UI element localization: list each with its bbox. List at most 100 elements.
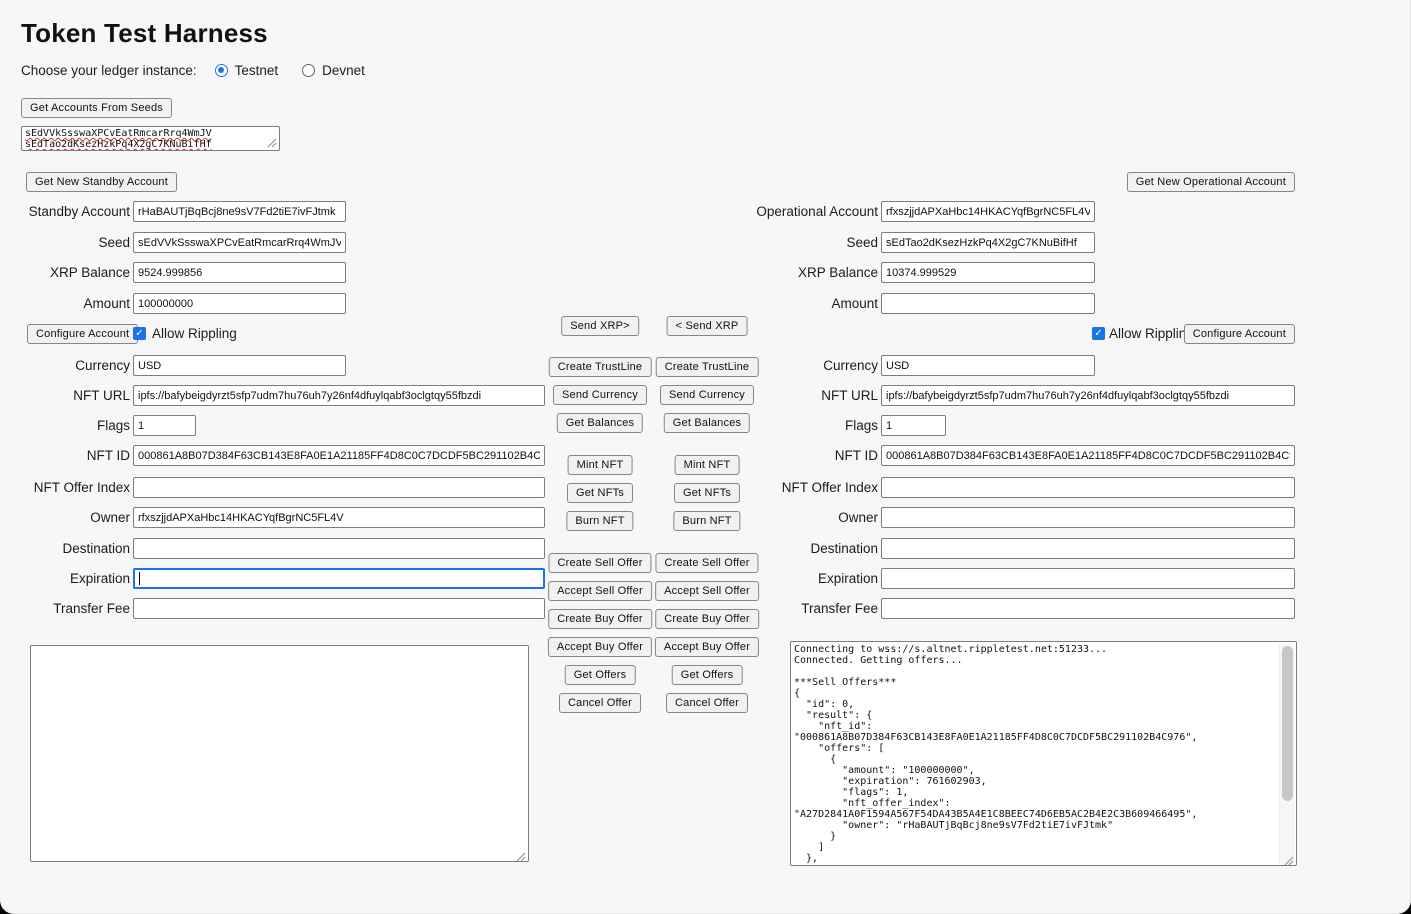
resize-grip-icon[interactable] [1284, 853, 1294, 863]
standby-send-currency-button[interactable]: Send Currency [553, 385, 647, 405]
operational-mint-nft-button[interactable]: Mint NFT [675, 455, 740, 475]
get-new-standby-account-button[interactable]: Get New Standby Account [26, 172, 177, 192]
standby-nft-id-input[interactable] [133, 445, 545, 466]
standby-owner-label: Owner [0, 510, 130, 525]
operational-seed-input[interactable] [881, 232, 1095, 253]
seed-line: sEdTao2dKsezHzkPq4X2gC7KNuBifHf [25, 139, 276, 150]
operational-get-balances-button[interactable]: Get Balances [664, 413, 750, 433]
standby-expiration-input[interactable] [133, 568, 545, 589]
field-row: XRP Balance [640, 262, 1095, 283]
operational-allow-rippling-checkbox[interactable]: ✓ [1092, 327, 1105, 340]
operational-xrp-balance-input[interactable] [881, 262, 1095, 283]
resize-grip-icon[interactable] [267, 138, 277, 148]
standby-account-input[interactable] [133, 201, 346, 222]
resize-grip-icon[interactable] [516, 849, 526, 859]
operational-get-nfts-button[interactable]: Get NFTs [674, 483, 740, 503]
operational-create-trustline-button[interactable]: Create TrustLine [656, 357, 759, 377]
operational-cancel-offer-button[interactable]: Cancel Offer [666, 693, 748, 713]
operational-currency-input[interactable] [881, 355, 1095, 376]
standby-owner-input[interactable] [133, 507, 545, 528]
standby-allow-rippling-checkbox[interactable]: ✓ [133, 327, 146, 340]
operational-allow-rippling-label[interactable]: Allow Rippling [1109, 326, 1194, 341]
standby-amount-label: Amount [0, 296, 130, 311]
standby-create-sell-offer-button[interactable]: Create Sell Offer [548, 553, 651, 573]
field-row: NFT Offer Index [0, 477, 545, 498]
operational-accept-sell-offer-button[interactable]: Accept Sell Offer [655, 581, 759, 601]
testnet-radio-label[interactable]: Testnet [235, 63, 279, 78]
standby-seed-input[interactable] [133, 232, 346, 253]
standby-nft-offer-index-input[interactable] [133, 477, 545, 498]
standby-cancel-offer-button[interactable]: Cancel Offer [559, 693, 641, 713]
standby-xrp-balance-label: XRP Balance [0, 265, 130, 280]
standby-accept-buy-offer-button[interactable]: Accept Buy Offer [548, 637, 652, 657]
operational-results-textarea[interactable]: Connecting to wss://s.altnet.rippletest.… [790, 641, 1297, 866]
field-row: Destination [0, 538, 545, 559]
get-new-operational-account-button[interactable]: Get New Operational Account [1127, 172, 1295, 192]
operational-amount-input[interactable] [881, 293, 1095, 314]
standby-destination-label: Destination [0, 541, 130, 556]
standby-burn-nft-button[interactable]: Burn NFT [566, 511, 633, 531]
standby-create-buy-offer-button[interactable]: Create Buy Offer [548, 609, 652, 629]
operational-nft-offer-index-input[interactable] [881, 477, 1295, 498]
standby-destination-input[interactable] [133, 538, 545, 559]
standby-xrp-balance-input[interactable] [133, 262, 346, 283]
text-caret [139, 572, 140, 585]
check-icon: ✓ [135, 327, 143, 340]
get-accounts-from-seeds-button[interactable]: Get Accounts From Seeds [21, 98, 172, 118]
field-row: Seed [0, 232, 346, 253]
standby-mint-nft-button[interactable]: Mint NFT [568, 455, 633, 475]
seed-line: sEdVVkSsswaXPCvEatRmcarRrq4WmJV [25, 128, 276, 139]
field-row: Standby Account [0, 201, 346, 222]
standby-results-textarea[interactable] [30, 645, 529, 862]
standby-get-balances-button[interactable]: Get Balances [557, 413, 643, 433]
operational-transfer-fee-input[interactable] [881, 598, 1295, 619]
operational-burn-nft-button[interactable]: Burn NFT [673, 511, 740, 531]
devnet-radio[interactable] [302, 64, 315, 77]
field-row: NFT URL [0, 385, 545, 406]
field-row: XRP Balance [0, 262, 346, 283]
standby-get-nfts-button[interactable]: Get NFTs [567, 483, 633, 503]
operational-send-xrp-button[interactable]: < Send XRP [667, 316, 748, 336]
operational-get-offers-button[interactable]: Get Offers [672, 665, 743, 685]
seeds-textarea[interactable]: sEdVVkSsswaXPCvEatRmcarRrq4WmJV sEdTao2d… [21, 126, 280, 151]
standby-transfer-fee-input[interactable] [133, 598, 545, 619]
operational-expiration-input[interactable] [881, 568, 1295, 589]
standby-nft-url-input[interactable] [133, 385, 545, 406]
operational-owner-input[interactable] [881, 507, 1295, 528]
standby-amount-input[interactable] [133, 293, 346, 314]
standby-send-xrp-button[interactable]: Send XRP> [561, 316, 639, 336]
standby-accept-sell-offer-button[interactable]: Accept Sell Offer [548, 581, 652, 601]
standby-allow-rippling-label[interactable]: Allow Rippling [152, 326, 237, 341]
standby-nft-id-label: NFT ID [0, 448, 130, 463]
operational-configure-account-button[interactable]: Configure Account [1184, 324, 1295, 344]
operational-nft-url-input[interactable] [881, 385, 1295, 406]
operational-create-buy-offer-button[interactable]: Create Buy Offer [655, 609, 759, 629]
page-title: Token Test Harness [21, 18, 268, 49]
operational-accept-buy-offer-button[interactable]: Accept Buy Offer [655, 637, 759, 657]
devnet-radio-label[interactable]: Devnet [322, 63, 365, 78]
standby-flags-input[interactable] [133, 415, 196, 436]
field-row: Currency [0, 355, 346, 376]
field-row: Flags [0, 415, 196, 436]
scrollbar-thumb[interactable] [1282, 646, 1293, 801]
standby-expiration-label: Expiration [0, 571, 130, 586]
operational-xrp-balance-label: XRP Balance [640, 265, 878, 280]
field-row: Owner [0, 507, 545, 528]
standby-get-offers-button[interactable]: Get Offers [565, 665, 636, 685]
scrollbar-track[interactable] [1279, 643, 1295, 864]
standby-configure-account-button[interactable]: Configure Account [27, 324, 138, 344]
operational-account-input[interactable] [881, 201, 1095, 222]
field-row: Transfer Fee [0, 598, 545, 619]
field-row: NFT ID [0, 445, 545, 466]
field-row: Seed [640, 232, 1095, 253]
operational-nft-id-input[interactable] [881, 445, 1295, 466]
operational-destination-input[interactable] [881, 538, 1295, 559]
testnet-radio[interactable] [215, 64, 228, 77]
operational-flags-input[interactable] [881, 415, 946, 436]
check-icon: ✓ [1094, 327, 1102, 340]
standby-currency-input[interactable] [133, 355, 346, 376]
operational-create-sell-offer-button[interactable]: Create Sell Offer [655, 553, 758, 573]
operational-send-currency-button[interactable]: Send Currency [660, 385, 754, 405]
token-test-harness-page: Token Test Harness Choose your ledger in… [0, 0, 1411, 914]
standby-create-trustline-button[interactable]: Create TrustLine [549, 357, 652, 377]
